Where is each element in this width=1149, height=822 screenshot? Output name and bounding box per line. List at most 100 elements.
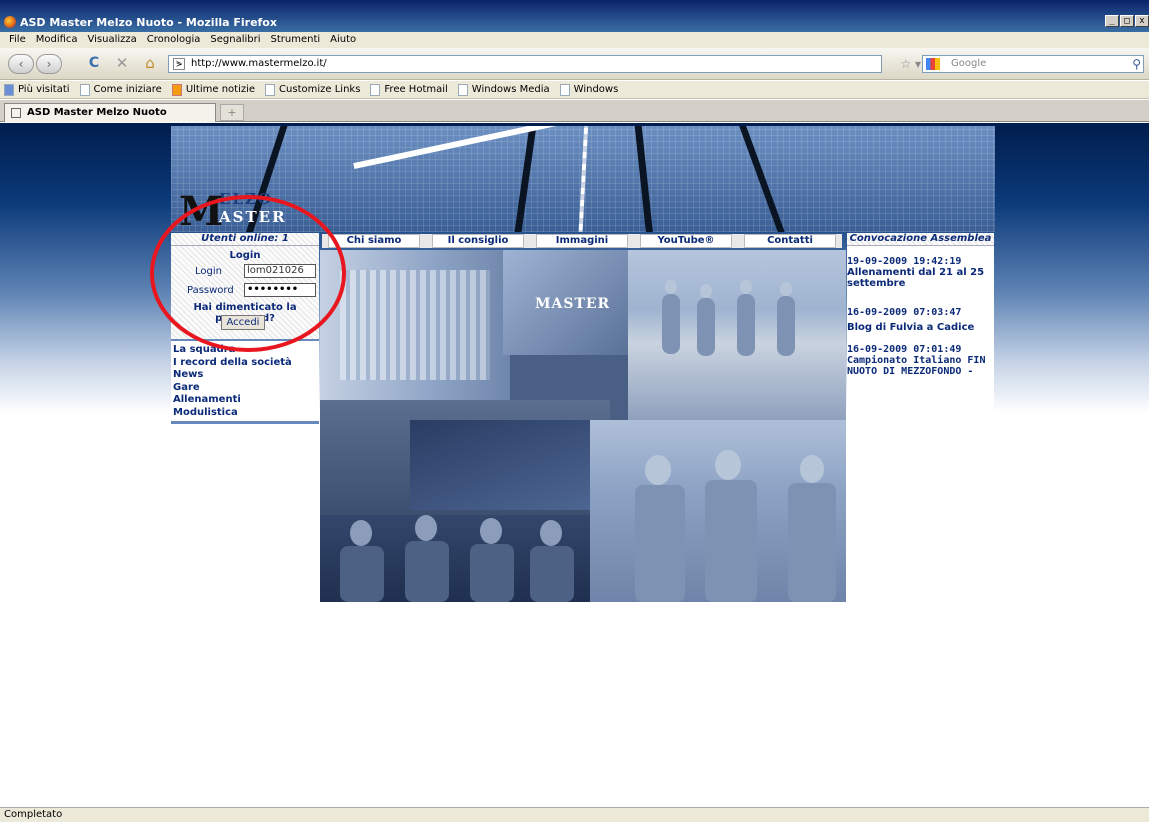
tab-asd-master[interactable]: ASD Master Melzo Nuoto: [4, 103, 216, 122]
news-title: Campionato Italiano FIN NUOTO DI MEZZOFO…: [847, 355, 986, 377]
menu-bar: File Modifica Visualizza Cronologia Segn…: [0, 32, 1149, 48]
bookmark-customize-links[interactable]: Customize Links: [265, 83, 360, 96]
person: [405, 541, 449, 602]
menu-aiuto[interactable]: Aiuto: [325, 32, 361, 48]
person: [740, 280, 752, 294]
menu-item-squadra[interactable]: La squadra: [173, 344, 319, 357]
convocazione-title[interactable]: Convocazione Assemblea: [847, 233, 994, 246]
photo-flag: MASTER: [503, 250, 628, 355]
search-icon[interactable]: ⚲: [1132, 56, 1141, 72]
person: [780, 282, 792, 296]
status-bar: Completato: [0, 807, 1149, 822]
person: [697, 298, 715, 356]
menu-modifica[interactable]: Modifica: [31, 32, 83, 48]
firefox-icon: [4, 16, 16, 28]
news-date: 16-09-2009 07:03:47: [847, 307, 962, 318]
photo-windows: [340, 270, 490, 380]
tab-favicon-icon: [11, 108, 21, 118]
nav-chi-siamo[interactable]: Chi siamo: [328, 234, 420, 248]
menu-segnalibri[interactable]: Segnalibri: [205, 32, 265, 48]
forward-button[interactable]: ›: [36, 54, 62, 74]
right-column: Convocazione Assemblea 19-09-2009 19:42:…: [847, 233, 994, 423]
new-tab-button[interactable]: +: [220, 104, 244, 121]
login-label: Login: [195, 266, 222, 277]
stop-icon[interactable]: ✕: [112, 54, 132, 74]
lane-line: [633, 126, 656, 232]
news-date: 19-09-2009 19:42:19: [847, 256, 962, 267]
person: [340, 546, 384, 602]
nav-youtube[interactable]: YouTube®: [640, 234, 732, 248]
bookmark-star-icon[interactable]: ☆ ▾: [900, 56, 921, 72]
nav-il-consiglio[interactable]: Il consiglio: [432, 234, 524, 248]
login-title: Login: [229, 250, 261, 261]
status-text: Completato: [4, 809, 63, 820]
bookmark-ultime-notizie[interactable]: Ultime notizie: [171, 83, 255, 96]
lane-line: [511, 126, 538, 232]
person: [480, 518, 502, 544]
person: [800, 455, 824, 483]
person: [705, 480, 757, 602]
menu-visualizza[interactable]: Visualizza: [83, 32, 142, 48]
window-title: ASD Master Melzo Nuoto - Mozilla Firefox: [20, 16, 277, 29]
news-title: Blog di Fulvia a Cadice: [847, 322, 975, 333]
navigation-toolbar: ‹ › C ✕ ⌂ ⋟ http://www.mastermelzo.it/ ☆…: [0, 48, 1149, 80]
news-item[interactable]: 16-09-2009 07:03:47 Blog di Fulvia a Cad…: [847, 307, 994, 333]
person: [530, 546, 574, 602]
bookmark-free-hotmail[interactable]: Free Hotmail: [370, 83, 448, 96]
password-input[interactable]: ••••••••: [244, 283, 316, 297]
person: [737, 294, 755, 356]
nav-immagini[interactable]: Immagini: [536, 234, 628, 248]
search-box[interactable]: Google ⚲: [922, 55, 1144, 73]
news-date: 16-09-2009 07:01:49: [847, 344, 962, 355]
close-button[interactable]: x: [1135, 15, 1149, 27]
person: [540, 520, 562, 546]
person: [700, 284, 712, 298]
menu-item-record[interactable]: I record della società: [173, 357, 319, 370]
page-icon: [265, 83, 276, 96]
person: [788, 483, 836, 602]
google-engine-icon[interactable]: [926, 58, 940, 70]
lane-line: [735, 126, 794, 232]
url-bar[interactable]: ⋟ http://www.mastermelzo.it/ ☆ ▾: [168, 55, 921, 73]
online-users: Utenti online: 1: [171, 233, 319, 246]
site-favicon-icon: ⋟: [173, 58, 185, 70]
bookmark-windows[interactable]: Windows: [559, 83, 618, 96]
url-text: http://www.mastermelzo.it/: [191, 58, 327, 69]
bookmark-piu-visitati[interactable]: Più visitati: [4, 83, 70, 96]
reload-icon[interactable]: C: [84, 54, 104, 74]
menu-file[interactable]: File: [4, 32, 31, 48]
person: [415, 515, 437, 541]
person: [662, 294, 680, 354]
maximize-button[interactable]: □: [1120, 15, 1134, 27]
accedi-button[interactable]: Accedi: [221, 315, 265, 330]
page-icon: [79, 83, 90, 96]
page-icon: [370, 83, 381, 96]
password-label: Password: [187, 285, 234, 296]
person: [645, 455, 671, 485]
bookmark-come-iniziare[interactable]: Come iniziare: [79, 83, 162, 96]
page-icon: [457, 83, 468, 96]
page-content: M ELZO ASTER Utenti online: 1 Login Logi…: [0, 123, 1149, 807]
tab-title: ASD Master Melzo Nuoto: [27, 107, 167, 118]
menu-strumenti[interactable]: Strumenti: [266, 32, 326, 48]
tab-bar: ASD Master Melzo Nuoto +: [0, 100, 1149, 122]
news-title: Allenamenti dal 21 al 25 settembre: [847, 267, 985, 289]
bookmarks-toolbar: Più visitati Come iniziare Ultime notizi…: [0, 81, 1149, 99]
bookmark-windows-media[interactable]: Windows Media: [457, 83, 550, 96]
lane-rope: [353, 126, 609, 169]
person: [777, 296, 795, 356]
login-input[interactable]: lom021026: [244, 264, 316, 278]
menu-item-allenamenti[interactable]: Allenamenti: [173, 394, 319, 407]
news-item[interactable]: 16-09-2009 07:01:49 Campionato Italiano …: [847, 344, 994, 377]
menu-cronologia[interactable]: Cronologia: [142, 32, 206, 48]
minimize-button[interactable]: _: [1105, 15, 1119, 27]
nav-contatti[interactable]: Contatti: [744, 234, 836, 248]
news-item[interactable]: 19-09-2009 19:42:19 Allenamenti dal 21 a…: [847, 256, 994, 289]
home-icon[interactable]: ⌂: [140, 54, 160, 74]
menu-item-news[interactable]: News: [173, 369, 319, 382]
menu-item-modulistica[interactable]: Modulistica: [173, 407, 319, 420]
person: [470, 544, 514, 602]
back-button[interactable]: ‹: [8, 54, 34, 74]
menu-item-gare[interactable]: Gare: [173, 382, 319, 395]
person: [350, 520, 372, 546]
